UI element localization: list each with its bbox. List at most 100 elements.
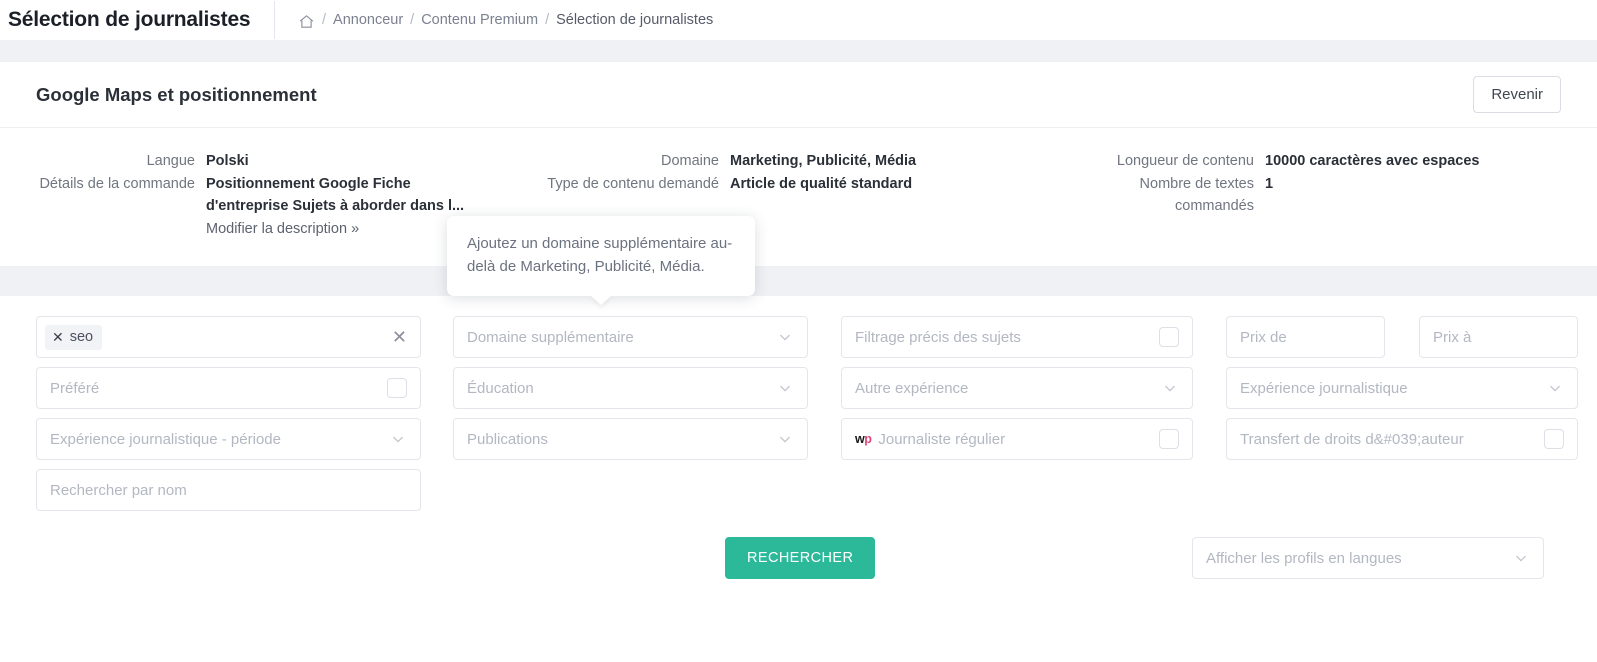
extra-domain-select[interactable]: Domaine supplémentaire: [453, 316, 808, 358]
chevron-down-icon: [389, 430, 407, 448]
back-button[interactable]: Revenir: [1473, 76, 1561, 113]
page-title: Sélection de journalistes: [8, 8, 251, 31]
breadcrumb-item-contenu-premium[interactable]: Contenu Premium: [421, 12, 538, 28]
copyright-transfer-label: Transfert de droits d&#039;auteur: [1240, 430, 1464, 448]
search-button[interactable]: RECHERCHER: [725, 537, 876, 579]
label-longueur-contenu: Longueur de contenu: [1116, 153, 1254, 169]
publications-select[interactable]: Publications: [453, 418, 808, 460]
regular-journalist-toggle[interactable]: wp Journaliste régulier: [841, 418, 1193, 460]
tooltip-text: Ajoutez un domaine supplémentaire au-del…: [467, 235, 733, 275]
filter-copyright-transfer-wrap: Transfert de droits d&#039;auteur: [1226, 418, 1578, 460]
breadcrumb-separator-3: /: [545, 12, 550, 28]
name-search-placeholder: Rechercher par nom: [50, 481, 187, 499]
profile-languages-placeholder: Afficher les profils en langues: [1206, 549, 1402, 567]
chevron-down-icon: [1512, 549, 1530, 567]
publications-placeholder: Publications: [467, 430, 548, 448]
filter-education-wrap: Éducation: [453, 367, 808, 409]
details-column-length: Longueur de contenu Nombre de textes com…: [1075, 150, 1580, 240]
filter-precise-topics-wrap: Filtrage précis des sujets: [841, 316, 1193, 358]
keyword-tag[interactable]: ✕ seo: [45, 324, 103, 350]
price-from-placeholder: Prix de: [1240, 328, 1287, 346]
chevron-down-icon: [1161, 379, 1179, 397]
edit-description-link[interactable]: Modifier la description »: [206, 218, 476, 241]
breadcrumb-item-selection-journalistes: Sélection de journalistes: [556, 12, 714, 28]
filter-keywords-wrap: ✕ seo ✕: [36, 316, 421, 358]
filter-other-experience-wrap: Autre expérience: [841, 367, 1193, 409]
breadcrumb-separator-2: /: [410, 12, 415, 28]
value-longueur-contenu: 10000 caractères avec espaces: [1265, 153, 1480, 169]
checkbox-icon[interactable]: [387, 378, 407, 398]
precise-topics-label: Filtrage précis des sujets: [855, 328, 1021, 346]
details-values-1: Polski Positionnement Google Fiche d'ent…: [206, 150, 476, 240]
top-bar: Sélection de journalistes / Annonceur / …: [0, 0, 1597, 40]
checkbox-icon[interactable]: [1159, 429, 1179, 449]
preferred-toggle[interactable]: Préféré: [36, 367, 421, 409]
checkbox-icon[interactable]: [1544, 429, 1564, 449]
education-select[interactable]: Éducation: [453, 367, 808, 409]
precise-topics-toggle[interactable]: Filtrage précis des sujets: [841, 316, 1193, 358]
tooltip-extra-domain: Ajoutez un domaine supplémentaire au-del…: [447, 216, 755, 296]
name-search-input[interactable]: Rechercher par nom: [36, 469, 421, 511]
wp-icon-p: p: [864, 432, 872, 446]
wp-icon: wp: [855, 432, 872, 446]
label-type-contenu: Type de contenu demandé: [547, 175, 719, 192]
price-from-input[interactable]: Prix de: [1226, 316, 1385, 358]
price-to-input[interactable]: Prix à: [1419, 316, 1578, 358]
card-title: Google Maps et positionnement: [36, 83, 317, 105]
filter-name-search-wrap: Rechercher par nom: [36, 469, 421, 511]
band-top: [0, 40, 1597, 62]
profile-languages-select[interactable]: Afficher les profils en langues: [1192, 537, 1544, 579]
keywords-input[interactable]: ✕ seo ✕: [36, 316, 421, 358]
filter-journalistic-experience-wrap: Expérience journalistique: [1226, 367, 1578, 409]
details-labels-1: Langue Détails de la commande: [0, 150, 206, 240]
close-icon[interactable]: ✕: [52, 330, 64, 344]
wp-icon-w: w: [855, 432, 865, 446]
label-domaine: Domaine: [660, 153, 719, 169]
journalistic-experience-placeholder: Expérience journalistique: [1240, 379, 1408, 397]
filters-row-4: Rechercher par nom: [0, 469, 1597, 511]
filters-row-1: ✕ seo ✕ Domaine supplémentaire Filtrage …: [0, 316, 1597, 358]
details-values-2: Marketing, Publicité, Média Article de q…: [730, 150, 1030, 240]
breadcrumb: / Annonceur / Contenu Premium / Sélectio…: [275, 12, 713, 29]
value-details-commande: Positionnement Google Fiche d'entreprise…: [206, 175, 465, 215]
filter-preferred-wrap: Préféré: [36, 367, 421, 409]
home-icon[interactable]: [298, 13, 315, 30]
regular-journalist-label: Journaliste régulier: [878, 430, 1006, 448]
filter-experience-period-wrap: Expérience journalistique - période: [36, 418, 421, 460]
filters-panel: ✕ seo ✕ Domaine supplémentaire Filtrage …: [0, 296, 1597, 626]
preferred-label: Préféré: [50, 379, 100, 397]
chevron-down-icon: [776, 328, 794, 346]
order-details: Langue Détails de la commande Polski Pos…: [0, 128, 1597, 296]
value-domaine: Marketing, Publicité, Média: [730, 153, 917, 169]
price-to-placeholder: Prix à: [1433, 328, 1472, 346]
card-header: Google Maps et positionnement Revenir: [0, 62, 1597, 128]
label-nombre-textes: Nombre de textes commandés: [1139, 175, 1254, 215]
breadcrumb-separator-1: /: [322, 12, 327, 28]
label-langue: Langue: [146, 153, 195, 169]
filter-price-wrap: Prix de Prix à: [1226, 316, 1578, 358]
journalistic-experience-period-select[interactable]: Expérience journalistique - période: [36, 418, 421, 460]
copyright-transfer-toggle[interactable]: Transfert de droits d&#039;auteur: [1226, 418, 1578, 460]
clear-icon[interactable]: ✕: [384, 328, 407, 346]
chevron-down-icon: [776, 430, 794, 448]
details-labels-3: Longueur de contenu Nombre de textes com…: [1075, 150, 1265, 240]
journalistic-experience-select[interactable]: Expérience journalistique: [1226, 367, 1578, 409]
value-nombre-textes: 1: [1265, 175, 1274, 192]
label-details-commande: Détails de la commande: [39, 175, 195, 192]
breadcrumb-item-annonceur[interactable]: Annonceur: [333, 12, 403, 28]
chevron-down-icon: [776, 379, 794, 397]
other-experience-placeholder: Autre expérience: [855, 379, 969, 397]
value-langue: Polski: [206, 153, 249, 169]
keyword-tag-label: seo: [69, 328, 94, 345]
band-middle: [0, 266, 1597, 296]
filter-publications-wrap: Publications: [453, 418, 808, 460]
other-experience-select[interactable]: Autre expérience: [841, 367, 1193, 409]
details-column-language: Langue Détails de la commande Polski Pos…: [0, 150, 515, 240]
filters-actions-row: RECHERCHER Afficher les profils en langu…: [0, 536, 1597, 580]
checkbox-icon[interactable]: [1159, 327, 1179, 347]
journalistic-experience-period-placeholder: Expérience journalistique - période: [50, 430, 281, 448]
filters-row-2: Préféré Éducation Autre expérience Expér…: [0, 367, 1597, 409]
value-type-contenu: Article de qualité standard: [730, 175, 913, 192]
filter-extra-domain-wrap: Domaine supplémentaire: [453, 316, 808, 358]
extra-domain-placeholder: Domaine supplémentaire: [467, 328, 634, 346]
